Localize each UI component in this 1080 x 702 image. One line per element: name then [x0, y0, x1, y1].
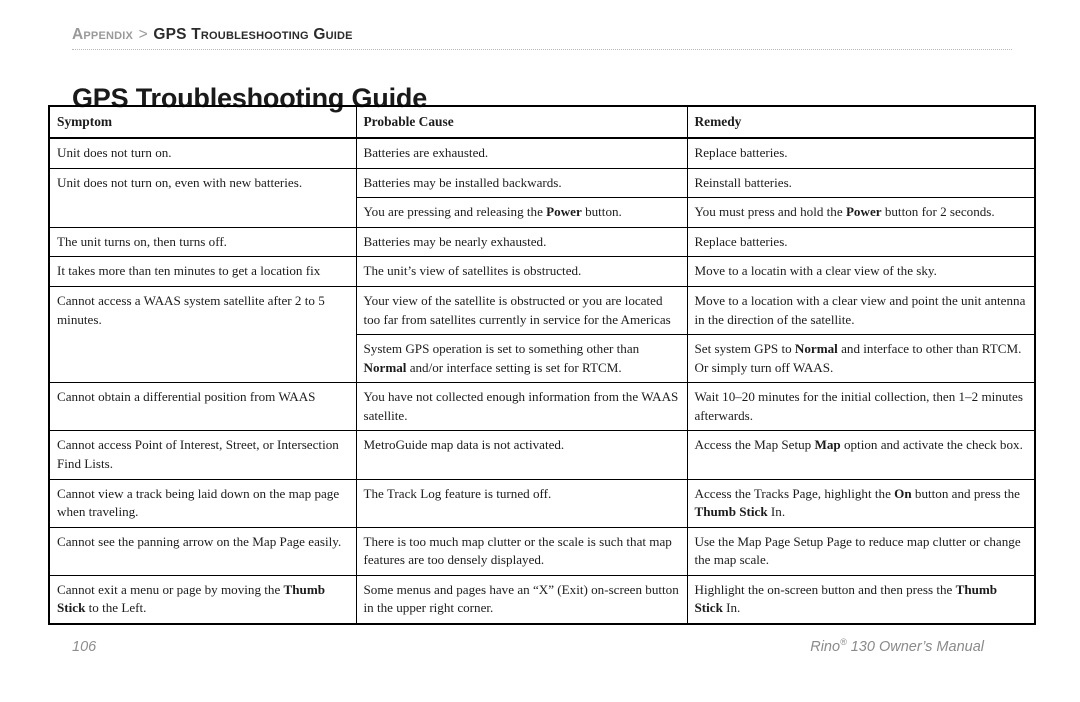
cell-remedy: Replace batteries. [686, 137, 1036, 169]
breadcrumb-separator: > [138, 26, 148, 43]
breadcrumb: Appendix > GPS Troubleshooting Guide [72, 26, 1012, 43]
cell-remedy: Replace batteries. [686, 226, 1036, 258]
page-footer: 106 Rino® 130 Owner’s Manual [72, 637, 984, 655]
cell-symptom: Cannot access a WAAS system satellite af… [48, 285, 357, 384]
cell-symptom: Cannot see the panning arrow on the Map … [48, 526, 357, 576]
footer-divider [48, 628, 1034, 629]
table-row: Cannot access a WAAS system satellite af… [48, 285, 1036, 384]
table-header-row: Symptom Probable Cause Remedy [48, 104, 1036, 140]
troubleshooting-table: Symptom Probable Cause Remedy Unit does … [48, 104, 1036, 626]
header-divider [72, 49, 1012, 51]
cell-probable-cause: You have not collected enough informatio… [355, 382, 688, 432]
registered-mark-icon: ® [840, 637, 847, 647]
cell-remedy: Wait 10–20 minutes for the initial colle… [686, 382, 1036, 432]
cell-probable-cause: Your view of the satellite is obstructed… [355, 285, 688, 336]
column-header-probable-cause: Probable Cause [355, 105, 688, 140]
cell-probable-cause: Batteries may be nearly exhausted. [355, 226, 688, 258]
cell-symptom: The unit turns on, then turns off. [48, 226, 357, 258]
cell-probable-cause: System GPS operation is set to something… [355, 334, 688, 384]
document-page: Appendix > GPS Troubleshooting Guide GPS… [0, 0, 1080, 702]
table-row: Cannot exit a menu or page by moving the… [48, 574, 1036, 626]
cell-remedy: Highlight the on-screen button and then … [686, 574, 1036, 626]
cell-probable-cause: MetroGuide map data is not activated. [355, 430, 688, 480]
cell-probable-cause: The unit’s view of satellites is obstruc… [355, 256, 688, 287]
cell-symptom: Unit does not turn on. [48, 137, 357, 169]
cell-remedy: Access the Map Setup Map option and acti… [686, 430, 1036, 480]
table-row: Cannot obtain a differential position fr… [48, 382, 1036, 432]
page-number: 106 [72, 638, 97, 655]
cell-probable-cause: You are pressing and releasing the Power… [355, 197, 688, 228]
cell-symptom: It takes more than ten minutes to get a … [48, 256, 357, 287]
cell-probable-cause: Batteries may be installed backwards. [355, 167, 688, 199]
table-row: Cannot view a track being laid down on t… [48, 478, 1036, 528]
table-row: Unit does not turn on. Batteries are exha… [48, 137, 1036, 169]
column-header-remedy: Remedy [686, 104, 1036, 140]
manual-title: Rino® 130 Owner’s Manual [810, 637, 984, 655]
cell-symptom: Cannot access Point of Interest, Street,… [48, 430, 357, 480]
cell-remedy: You must press and hold the Power button… [686, 197, 1036, 228]
cell-remedy: Move to a locatin with a clear view of t… [686, 256, 1036, 287]
manual-title-rest: 130 Owner’s Manual [846, 638, 984, 655]
breadcrumb-parent: Appendix [72, 26, 134, 43]
table-row: It takes more than ten minutes to get a … [48, 256, 1036, 287]
breadcrumb-current: GPS Troubleshooting Guide [153, 26, 353, 43]
cell-probable-cause: Some menus and pages have an “X” (Exit) … [355, 574, 688, 626]
cell-remedy: Use the Map Page Setup Page to reduce ma… [686, 526, 1036, 576]
cell-probable-cause: Batteries are exhausted. [355, 137, 688, 169]
cell-remedy: Move to a location with a clear view and… [686, 285, 1036, 336]
cell-symptom: Cannot obtain a differential position fr… [48, 382, 357, 432]
column-header-symptom: Symptom [48, 104, 357, 140]
table-row: The unit turns on, then turns off. Batter… [48, 226, 1036, 258]
cell-remedy: Access the Tracks Page, highlight the On… [686, 478, 1036, 528]
cell-remedy: Set system GPS to Normal and interface t… [686, 334, 1036, 384]
table-body: Unit does not turn on. Batteries are exha… [48, 137, 1036, 626]
table-row: Unit does not turn on, even with new bat… [48, 167, 1036, 228]
cell-symptom: Cannot exit a menu or page by moving the… [48, 574, 357, 626]
table-row: Cannot access Point of Interest, Street,… [48, 430, 1036, 480]
troubleshooting-table-container: Symptom Probable Cause Remedy Unit does … [48, 104, 1036, 626]
manual-brand: Rino [810, 638, 841, 655]
cell-symptom: Cannot view a track being laid down on t… [48, 478, 357, 528]
cell-probable-cause: There is too much map clutter or the sca… [355, 526, 688, 576]
cell-symptom: Unit does not turn on, even with new bat… [48, 167, 357, 228]
table-row: Cannot see the panning arrow on the Map … [48, 526, 1036, 576]
cell-remedy: Reinstall batteries. [686, 167, 1036, 199]
cell-probable-cause: The Track Log feature is turned off. [355, 478, 688, 528]
